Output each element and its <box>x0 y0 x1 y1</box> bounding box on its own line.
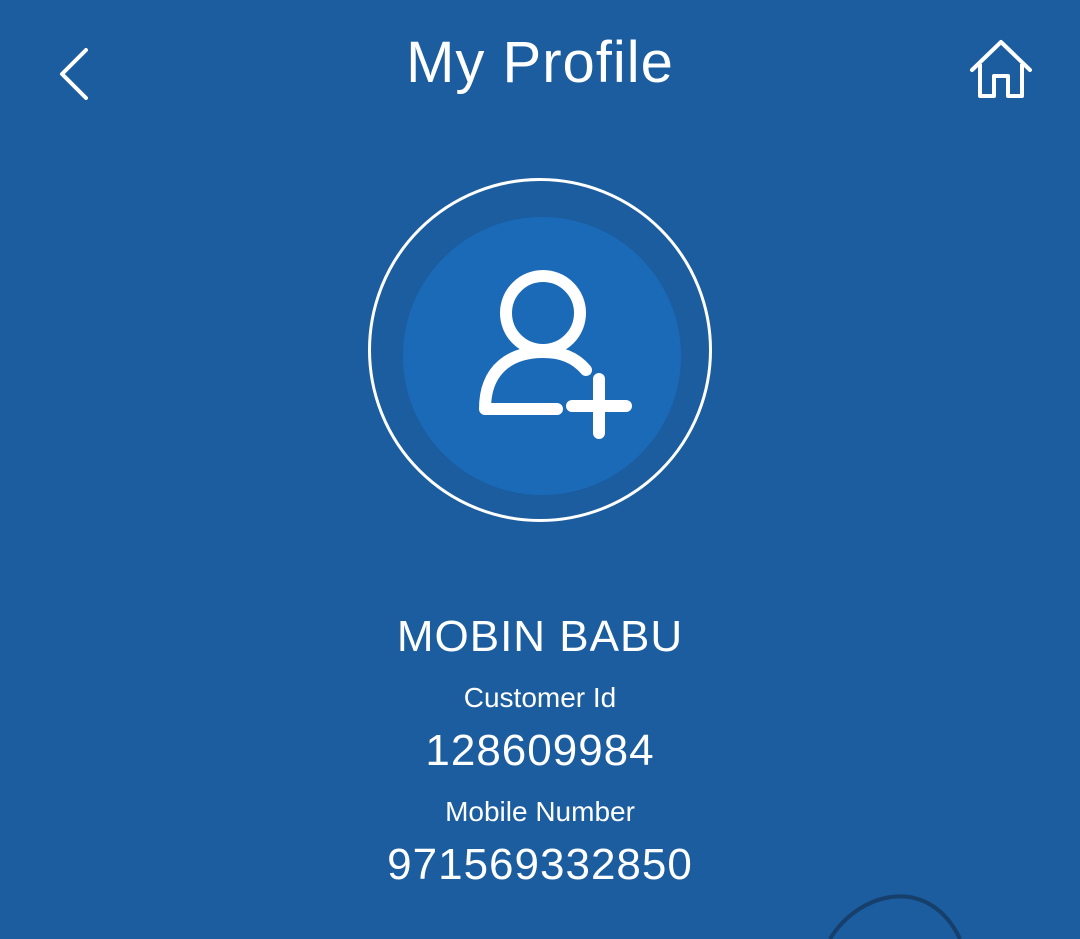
decorative-arc <box>828 894 962 939</box>
page-title: My Profile <box>406 30 674 95</box>
customer-id-label: Customer Id <box>463 682 617 713</box>
avatar-button[interactable] <box>368 178 712 522</box>
chevron-left-icon <box>60 48 88 100</box>
add-user-icon <box>479 270 632 439</box>
customer-id-value: 128609984 <box>425 726 655 775</box>
home-icon <box>970 40 1032 98</box>
profile-screen: My Profile MOBIN BABU Customer Id 128609… <box>0 0 1080 939</box>
home-button[interactable] <box>960 36 1042 106</box>
header-bar: My Profile <box>0 0 1080 140</box>
back-button[interactable] <box>40 40 110 110</box>
customer-name: MOBIN BABU <box>396 612 684 661</box>
mobile-number-label: Mobile Number <box>445 796 635 827</box>
avatar <box>403 217 681 495</box>
